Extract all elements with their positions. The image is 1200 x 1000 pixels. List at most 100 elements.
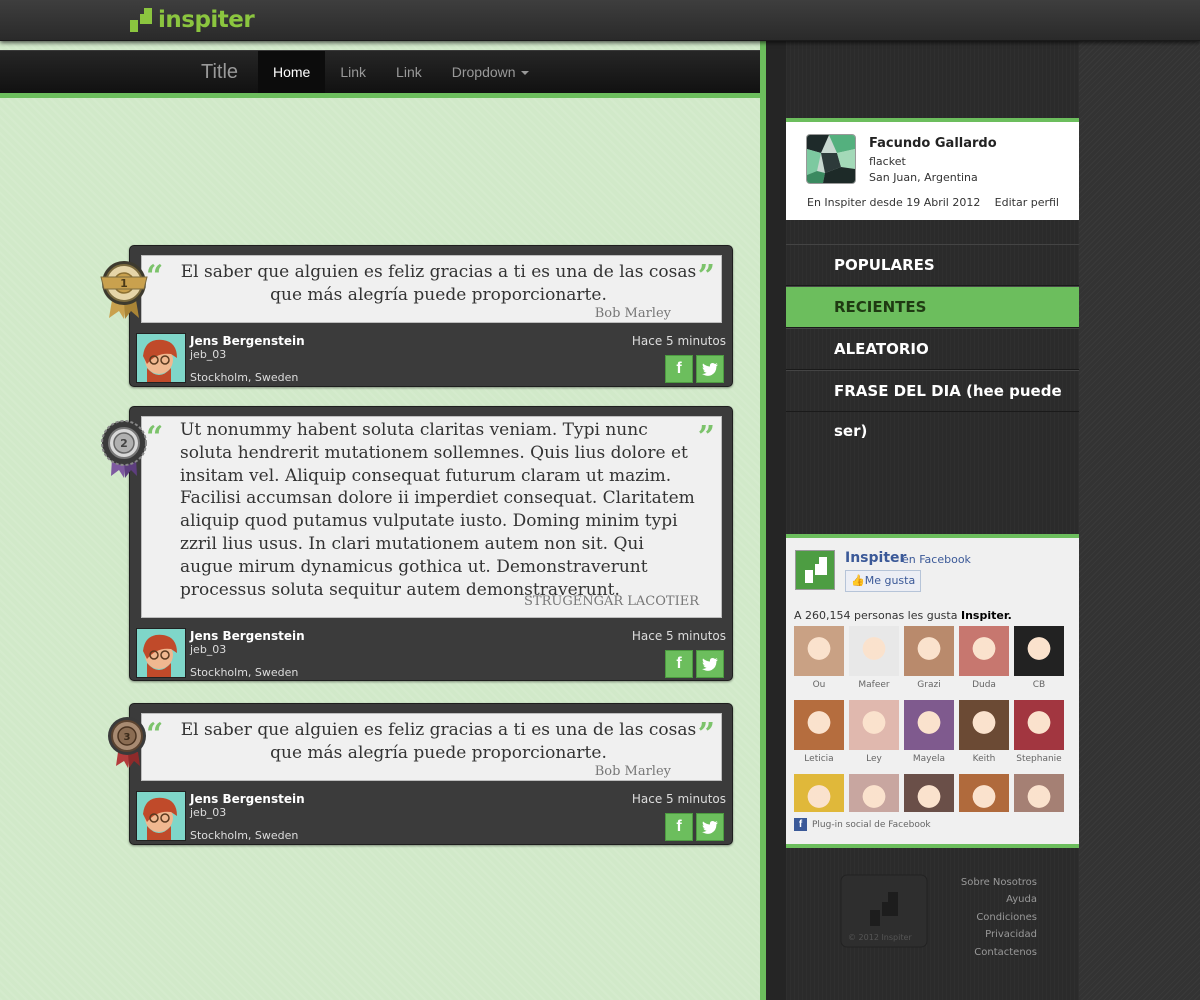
- quote-box: “ ” Ut nonummy habent soluta claritas ve…: [141, 416, 722, 618]
- footer-link-privacidad[interactable]: Privacidad: [961, 926, 1037, 943]
- silver-rank-badge-icon: 2: [101, 420, 147, 478]
- fb-page-name[interactable]: Inspiter: [845, 550, 906, 566]
- user-name[interactable]: Jens Bergenstein: [190, 792, 305, 806]
- twitter-share-button[interactable]: [696, 813, 724, 841]
- footer-link-condiciones[interactable]: Condiciones: [961, 909, 1037, 926]
- footer-link-sobre-nosotros[interactable]: Sobre Nosotros: [961, 874, 1037, 891]
- fb-friend[interactable]: Keith: [959, 700, 1009, 774]
- user-location: Stockholm, Sweden: [190, 371, 299, 384]
- nav-item-home[interactable]: Home: [258, 51, 326, 93]
- fb-friend-name: CB: [1032, 680, 1046, 690]
- fb-friend-photo[interactable]: [849, 700, 899, 750]
- rank-number: 2: [120, 437, 128, 450]
- fb-friend[interactable]: Duda: [959, 626, 1009, 700]
- profile-card: Facundo Gallardo flacket San Juan, Argen…: [786, 118, 1079, 220]
- quote-card: “ ” El saber que alguien es feliz gracia…: [129, 703, 733, 845]
- fb-friend-photo[interactable]: [849, 626, 899, 676]
- user-name[interactable]: Jens Bergenstein: [190, 334, 305, 348]
- user-location: Stockholm, Sweden: [190, 666, 299, 679]
- nav-item-label: Link: [340, 64, 367, 80]
- menu-item-frase-del-dia[interactable]: FRASE DEL DIA (hee puede ser): [786, 370, 1079, 440]
- fb-friend-name: Ley: [866, 754, 882, 764]
- twitter-share-button[interactable]: t: [696, 355, 724, 383]
- fb-friend-photo[interactable]: [849, 774, 899, 812]
- navbar-brand[interactable]: Title: [201, 51, 238, 93]
- fb-friend-photo[interactable]: [904, 700, 954, 750]
- column-gap: [766, 40, 786, 1000]
- card-footer: Jens Bergenstein jeb_03 Stockholm, Swede…: [130, 785, 732, 845]
- fb-friend[interactable]: CB: [1014, 626, 1064, 700]
- bronze-rank-badge-icon: 3: [108, 717, 146, 768]
- fb-friend[interactable]: Ou: [794, 626, 844, 700]
- facebook-share-button[interactable]: f: [665, 650, 693, 678]
- fb-friend-photo[interactable]: [1014, 626, 1064, 676]
- facebook-share-button[interactable]: f: [665, 813, 693, 841]
- fb-friend-photo[interactable]: [794, 626, 844, 676]
- share-buttons: f: [665, 650, 724, 678]
- fb-friend-photo[interactable]: [1014, 774, 1064, 812]
- page-logo-icon[interactable]: [795, 550, 835, 590]
- navbar: Title Home Link Link Dropdown: [0, 50, 760, 98]
- fb-friend-photo[interactable]: [794, 700, 844, 750]
- fb-friend[interactable]: [794, 774, 844, 812]
- twitter-share-button[interactable]: [696, 650, 724, 678]
- share-buttons: f t: [665, 355, 724, 383]
- nav-item-link-1[interactable]: Link: [325, 51, 381, 93]
- facebook-icon: f: [676, 655, 682, 672]
- avatar[interactable]: [136, 791, 186, 841]
- avatar[interactable]: [136, 333, 186, 383]
- fb-friend[interactable]: Leticia: [794, 700, 844, 774]
- user-name[interactable]: Jens Bergenstein: [190, 629, 305, 643]
- share-buttons: f: [665, 813, 724, 841]
- quote-author[interactable]: Bob Marley: [142, 764, 721, 779]
- edit-profile-link[interactable]: Editar perfil: [995, 196, 1059, 209]
- avatar[interactable]: [806, 134, 856, 184]
- fb-friend[interactable]: [959, 774, 1009, 812]
- nav-item-label: Dropdown: [451, 64, 516, 80]
- top-header: inspiter: [0, 0, 1200, 41]
- quote-text: El saber que alguien es feliz gracias a …: [180, 262, 697, 305]
- fb-count-text: A 260,154 personas les gusta: [794, 609, 958, 622]
- timestamp: Hace 5 minutos: [631, 334, 726, 348]
- fb-friend-photo[interactable]: [904, 774, 954, 812]
- fb-friend[interactable]: Mafeer: [849, 626, 899, 700]
- facebook-icon: f: [794, 818, 807, 831]
- fb-friend-photo[interactable]: [959, 774, 1009, 812]
- fb-friend-photo[interactable]: [904, 626, 954, 676]
- logo-icon: [130, 8, 152, 32]
- fb-friend-photo[interactable]: [959, 626, 1009, 676]
- twitter-bird-icon: [702, 657, 718, 671]
- fb-friend-photo[interactable]: [794, 774, 844, 812]
- inspiter-logo[interactable]: inspiter: [130, 6, 255, 34]
- gold-rank-badge-icon: 1: [100, 261, 148, 319]
- fb-friend[interactable]: Grazi: [904, 626, 954, 700]
- fb-friend[interactable]: Mayela: [904, 700, 954, 774]
- facebook-icon: f: [676, 360, 682, 377]
- fb-friend[interactable]: Ley: [849, 700, 899, 774]
- fb-friend-photo[interactable]: [1014, 700, 1064, 750]
- copyright: © 2012 Inspiter: [848, 933, 912, 942]
- fb-like-button[interactable]: 👍Me gusta: [845, 570, 922, 592]
- facebook-share-button[interactable]: f: [665, 355, 693, 383]
- right-background: [1079, 40, 1200, 1000]
- menu-item-recientes[interactable]: RECIENTES: [786, 286, 1079, 328]
- fb-plugin-label[interactable]: Plug-in social de Facebook: [812, 820, 931, 830]
- fb-friend-photo[interactable]: [959, 700, 1009, 750]
- quote-author[interactable]: Bob Marley: [142, 306, 721, 321]
- footer-link-ayuda[interactable]: Ayuda: [961, 891, 1037, 908]
- profile-name[interactable]: Facundo Gallardo: [869, 136, 997, 151]
- nav-item-link-2[interactable]: Link: [381, 51, 437, 93]
- fb-friend[interactable]: [849, 774, 899, 812]
- nav-item-dropdown[interactable]: Dropdown: [437, 51, 544, 93]
- menu-item-aleatorio[interactable]: ALEATORIO: [786, 328, 1079, 370]
- fb-friend[interactable]: [904, 774, 954, 812]
- footer-link-contactenos[interactable]: Contactenos: [961, 944, 1037, 961]
- fb-friend-name: Leticia: [804, 754, 834, 764]
- quote-box: “ ” El saber que alguien es feliz gracia…: [141, 713, 722, 781]
- fb-friend[interactable]: Stephanie: [1014, 700, 1064, 774]
- fb-friend-name: Mafeer: [858, 680, 890, 690]
- menu-item-populares[interactable]: POPULARES: [786, 244, 1079, 286]
- avatar[interactable]: [136, 628, 186, 678]
- fb-friend[interactable]: [1014, 774, 1064, 812]
- rank-number: 3: [124, 732, 131, 743]
